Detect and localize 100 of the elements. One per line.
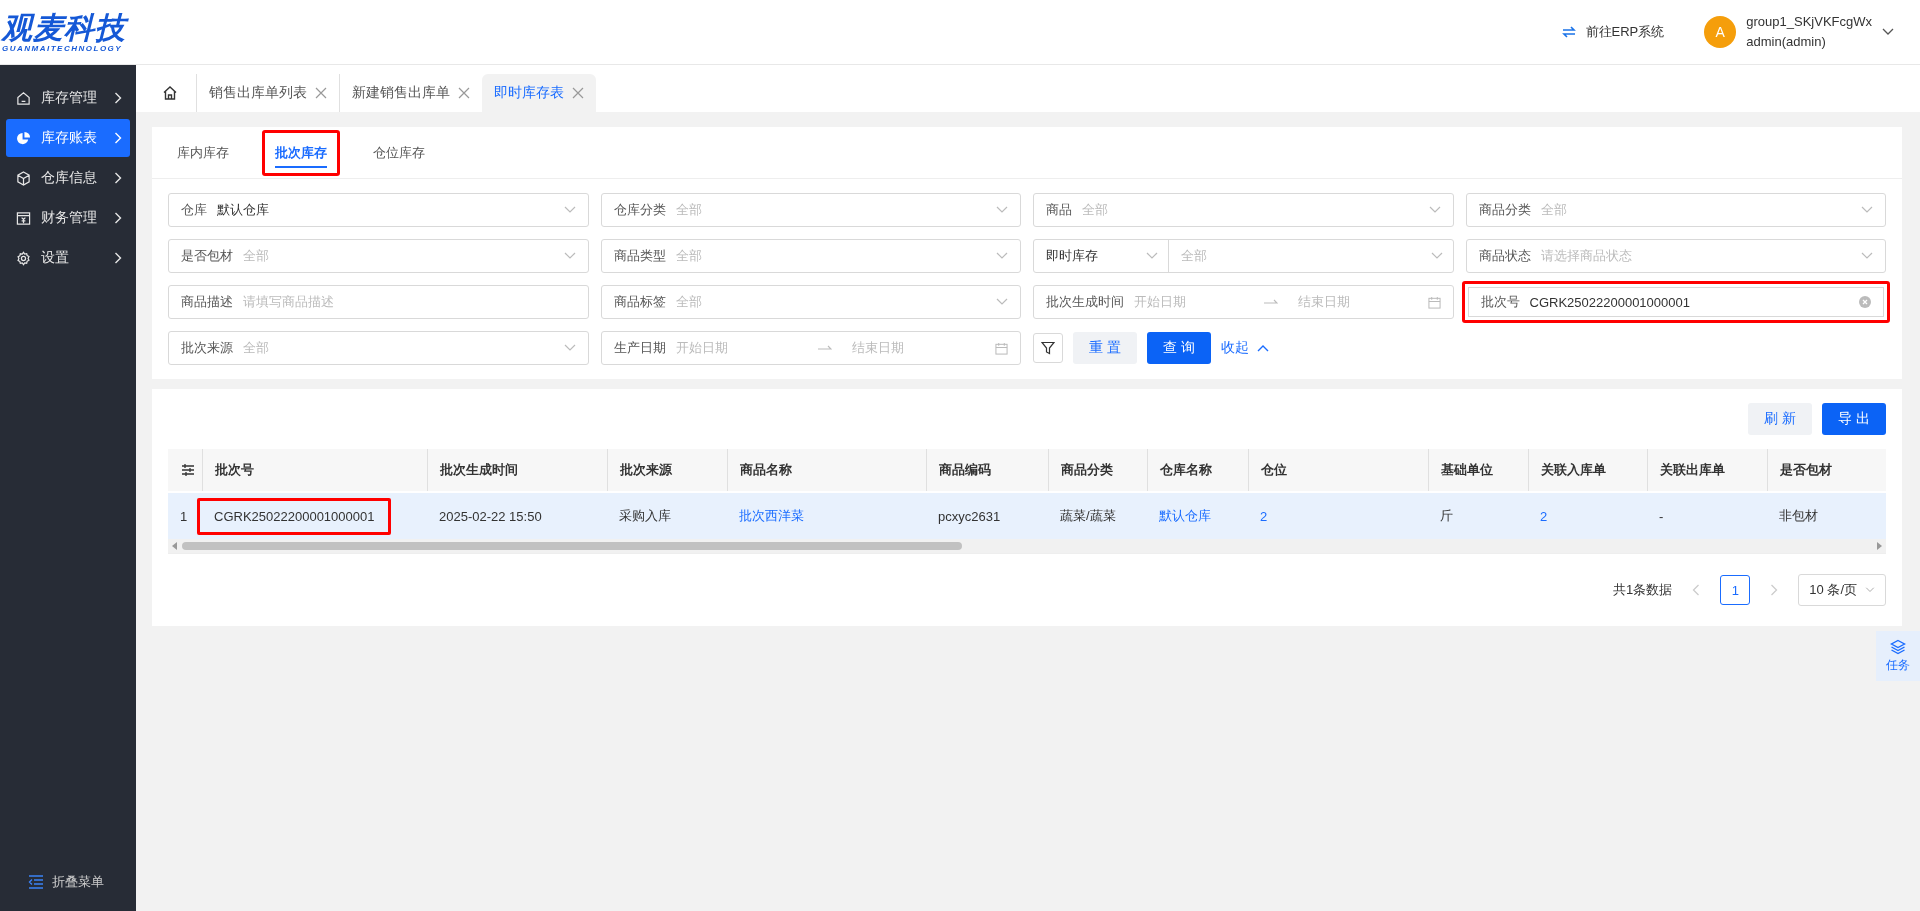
total-count: 共1条数据 [1613, 581, 1673, 599]
reset-button[interactable]: 重 置 [1073, 332, 1137, 364]
horizontal-scrollbar[interactable] [168, 539, 1886, 553]
table-cell-text: 采购入库 [618, 507, 672, 525]
column-header: 是否包材 [1767, 449, 1885, 491]
chevron-down-icon [1430, 252, 1443, 260]
layers-icon [1890, 638, 1906, 655]
chevron-right-icon[interactable] [1770, 584, 1779, 596]
collapse-link[interactable]: 收起 [1220, 339, 1269, 357]
close-icon[interactable] [572, 87, 584, 99]
table-cell: CGRK25022200001000001 [197, 497, 392, 535]
select-field[interactable]: 仓库分类 全部 [600, 193, 1021, 227]
table-cell-text: - [1658, 507, 1665, 526]
column-header: 商品编码 [926, 449, 1048, 491]
page-button[interactable]: 1 [1720, 575, 1751, 605]
table-cell-text: 2025-02-22 15:50 [438, 507, 543, 526]
home-icon [162, 85, 178, 101]
chevron-down-icon[interactable] [1882, 28, 1894, 36]
chevron-down-icon [1861, 252, 1873, 260]
filter-button[interactable] [1033, 333, 1063, 363]
close-icon[interactable] [458, 87, 470, 99]
table-link[interactable]: 2 [1260, 508, 1268, 524]
chevron-down-icon [1428, 206, 1441, 214]
table-link[interactable]: 2 [1540, 508, 1548, 524]
user-name: group1_SKjVKFcgWx [1746, 13, 1872, 31]
chevron-right-icon [114, 172, 122, 184]
select-field[interactable]: 商品状态 请选择商品状态 [1465, 239, 1886, 273]
column-header: 关联入库单 [1528, 449, 1647, 491]
table-link[interactable]: 默认仓库 [1159, 507, 1211, 525]
collapse-menu-button[interactable]: 折叠菜单 [0, 873, 136, 891]
table-cell-text: 非包材 [1778, 507, 1819, 525]
chevron-right-icon [114, 132, 122, 144]
column-header: 批次号 [202, 449, 427, 491]
chevron-down-icon [563, 344, 576, 352]
page-tab[interactable]: 销售出库单列表 [196, 74, 339, 112]
clear-icon[interactable] [1859, 296, 1871, 308]
collapse-menu-icon [28, 875, 44, 889]
table-cell-text: 蔬菜/蔬菜 [1059, 507, 1117, 525]
select-field[interactable]: 商品分类 全部 [1465, 193, 1886, 227]
task-button[interactable]: 任务 [1876, 631, 1920, 681]
date-range-field[interactable]: 批次生成时间 开始日期 结束日期 [1033, 285, 1454, 319]
column-header: 基础单位 [1428, 449, 1528, 491]
date-range-field[interactable]: 生产日期 开始日期 结束日期 [600, 331, 1021, 365]
select-field[interactable]: 是否包材 全部 [168, 239, 589, 273]
table-cell-text: 1 [179, 507, 189, 526]
calendar-icon [995, 341, 1008, 355]
chevron-right-icon [114, 252, 122, 264]
calendar-icon [1427, 295, 1441, 309]
settings-icon [16, 250, 31, 266]
column-header: 关联出库单 [1647, 449, 1767, 491]
home-icon [16, 90, 31, 106]
select-field[interactable]: 批次来源 全部 [168, 331, 589, 365]
scroll-right-icon[interactable] [1876, 542, 1882, 550]
chevron-right-icon [114, 92, 122, 104]
query-button[interactable]: 查 询 [1146, 332, 1211, 364]
close-icon[interactable] [315, 87, 327, 99]
scroll-left-icon[interactable] [172, 542, 178, 550]
chevron-down-icon [563, 252, 576, 260]
cube-icon [16, 170, 31, 186]
chevron-down-icon [1146, 252, 1158, 260]
page-size-select[interactable]: 10 条/页 [1798, 574, 1886, 606]
select-field[interactable]: 仓库 默认仓库 [168, 193, 589, 227]
input-field[interactable]: 批次号 CGRK25022200001000001 [1461, 281, 1890, 323]
table-row[interactable]: 1 CGRK25022200001000001 2025-02-22 15:50 采购入库 批次西洋菜 pcxyc2631 蔬菜/蔬菜 默认仓库 2 斤 2 - 非包材 [168, 493, 1886, 539]
sidebar-item[interactable]: 仓库信息 [6, 159, 130, 197]
chevron-left-icon[interactable] [1692, 584, 1701, 596]
sidebar-item[interactable]: 库存账表 [6, 119, 130, 157]
select-field[interactable]: 商品标签 全部 [600, 285, 1021, 319]
export-button[interactable]: 导 出 [1822, 403, 1886, 435]
column-settings-icon[interactable] [181, 464, 195, 476]
chevron-down-icon [996, 252, 1008, 260]
sub-tab[interactable]: 库内库存 [164, 129, 242, 176]
column-header: 批次来源 [607, 449, 727, 491]
table-link[interactable]: 批次西洋菜 [739, 507, 804, 525]
column-header: 商品分类 [1048, 449, 1147, 491]
column-header: 仓库名称 [1147, 449, 1248, 491]
chevron-down-icon [563, 206, 576, 214]
sub-tab[interactable]: 仓位库存 [360, 129, 438, 176]
erp-link[interactable]: 前往ERP系统 [1559, 23, 1665, 41]
filter-icon [1041, 341, 1055, 355]
chevron-down-icon [996, 298, 1008, 306]
select-field[interactable]: 商品类型 全部 [600, 239, 1021, 273]
sidebar-item[interactable]: 财务管理 [6, 199, 130, 237]
input-field[interactable]: 商品描述 请填写商品描述 [168, 285, 589, 319]
page-tab[interactable]: 即时库存表 [482, 74, 596, 112]
select-field[interactable]: 商品 全部 [1033, 193, 1454, 227]
chevron-right-icon [114, 212, 122, 224]
receipt-icon [16, 210, 31, 226]
chevron-down-icon [996, 206, 1008, 214]
chevron-up-icon [1256, 344, 1269, 352]
chevron-down-icon [1865, 587, 1875, 593]
chevron-down-icon [1861, 206, 1873, 214]
pie-chart-icon [16, 130, 31, 146]
sidebar-item[interactable]: 库存管理 [6, 79, 130, 117]
column-header: 仓位 [1248, 449, 1428, 491]
sidebar-item[interactable]: 设置 [6, 239, 130, 277]
select-field[interactable]: 即时库存 全部 [1033, 239, 1454, 273]
sub-tab[interactable]: 批次库存 [262, 129, 340, 176]
user-role: admin(admin) [1746, 33, 1827, 51]
refresh-button[interactable]: 刷 新 [1748, 403, 1813, 435]
